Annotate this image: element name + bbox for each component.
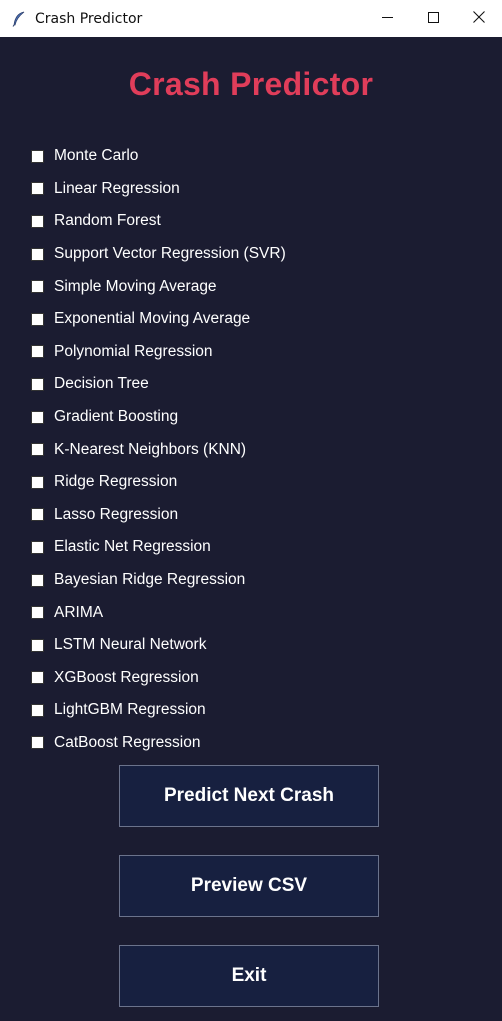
close-icon <box>473 10 485 28</box>
model-checkbox-item[interactable]: K-Nearest Neighbors (KNN) <box>31 433 286 466</box>
model-checkbox-item[interactable]: Random Forest <box>31 205 286 238</box>
checkbox[interactable] <box>31 736 44 750</box>
exit-button[interactable]: Exit <box>119 945 379 1007</box>
maximize-button[interactable] <box>410 0 456 37</box>
checkbox-label: Simple Moving Average <box>54 277 217 295</box>
model-checkbox-item[interactable]: Exponential Moving Average <box>31 303 286 336</box>
checkbox[interactable] <box>31 214 44 228</box>
checkbox[interactable] <box>31 573 44 587</box>
model-checkbox-item[interactable]: ARIMA <box>31 596 286 629</box>
checkbox-label: Decision Tree <box>54 375 149 393</box>
model-checkbox-item[interactable]: Support Vector Regression (SVR) <box>31 238 286 271</box>
model-checkbox-item[interactable]: Decision Tree <box>31 368 286 401</box>
checkbox-label: Bayesian Ridge Regression <box>54 571 246 589</box>
minimize-button[interactable] <box>364 0 410 37</box>
checkbox-label: Exponential Moving Average <box>54 310 251 328</box>
checkbox-label: Random Forest <box>54 212 161 230</box>
model-checkbox-item[interactable]: XGBoost Regression <box>31 662 286 695</box>
close-button[interactable] <box>456 0 502 37</box>
checkbox-label: Elastic Net Regression <box>54 538 211 556</box>
checkbox[interactable] <box>31 280 44 294</box>
model-checkbox-item[interactable]: CatBoost Regression <box>31 727 286 760</box>
checkbox[interactable] <box>31 508 44 522</box>
window-controls <box>364 0 502 37</box>
title-bar[interactable]: Crash Predictor <box>0 0 502 37</box>
model-checkbox-item[interactable]: LightGBM Regression <box>31 694 286 727</box>
model-checkbox-item[interactable]: Gradient Boosting <box>31 401 286 434</box>
checkbox[interactable] <box>31 247 44 261</box>
checkbox-label: ARIMA <box>54 603 104 621</box>
checkbox[interactable] <box>31 410 44 424</box>
checkbox[interactable] <box>31 540 44 554</box>
checkbox-label: Lasso Regression <box>54 505 179 523</box>
model-checkbox-item[interactable]: Simple Moving Average <box>31 270 286 303</box>
model-checkbox-item[interactable]: Polynomial Regression <box>31 336 286 369</box>
feather-icon <box>10 10 28 28</box>
app-window: Crash Predictor Crash Predictor Monte Ca… <box>0 0 502 1021</box>
checkbox-label: Support Vector Regression (SVR) <box>54 245 286 263</box>
checkbox[interactable] <box>31 443 44 457</box>
model-checkbox-item[interactable]: Elastic Net Regression <box>31 531 286 564</box>
checkbox[interactable] <box>31 312 44 326</box>
model-checklist: Monte Carlo Linear Regression Random Fores… <box>31 140 286 759</box>
checkbox[interactable] <box>31 182 44 196</box>
checkbox[interactable] <box>31 606 44 620</box>
predict-next-crash-button[interactable]: Predict Next Crash <box>119 765 379 827</box>
checkbox[interactable] <box>31 703 44 717</box>
checkbox[interactable] <box>31 475 44 489</box>
model-checkbox-item[interactable]: LSTM Neural Network <box>31 629 286 662</box>
checkbox-label: Polynomial Regression <box>54 342 213 360</box>
model-checkbox-item[interactable]: Bayesian Ridge Regression <box>31 564 286 597</box>
checkbox-label: Ridge Regression <box>54 473 178 491</box>
checkbox-label: XGBoost Regression <box>54 668 199 686</box>
checkbox[interactable] <box>31 638 44 652</box>
page-title: Crash Predictor <box>128 66 374 102</box>
window-title: Crash Predictor <box>35 10 143 27</box>
preview-csv-button[interactable]: Preview CSV <box>119 855 379 917</box>
model-checkbox-item[interactable]: Linear Regression <box>31 173 286 206</box>
model-checkbox-item[interactable]: Monte Carlo <box>31 140 286 173</box>
checkbox-label: Linear Regression <box>54 179 180 197</box>
minimize-icon <box>381 10 393 28</box>
checkbox-label: LSTM Neural Network <box>54 636 207 654</box>
checkbox-label: Monte Carlo <box>54 147 139 165</box>
checkbox[interactable] <box>31 377 44 391</box>
checkbox[interactable] <box>31 345 44 359</box>
model-checkbox-item[interactable]: Ridge Regression <box>31 466 286 499</box>
checkbox-label: K-Nearest Neighbors (KNN) <box>54 440 247 458</box>
checkbox[interactable] <box>31 671 44 685</box>
checkbox-label: LightGBM Regression <box>54 701 206 719</box>
checkbox[interactable] <box>31 149 44 163</box>
checkbox-label: CatBoost Regression <box>54 733 201 751</box>
checkbox-label: Gradient Boosting <box>54 408 179 426</box>
maximize-icon <box>427 10 439 28</box>
model-checkbox-item[interactable]: Lasso Regression <box>31 499 286 532</box>
